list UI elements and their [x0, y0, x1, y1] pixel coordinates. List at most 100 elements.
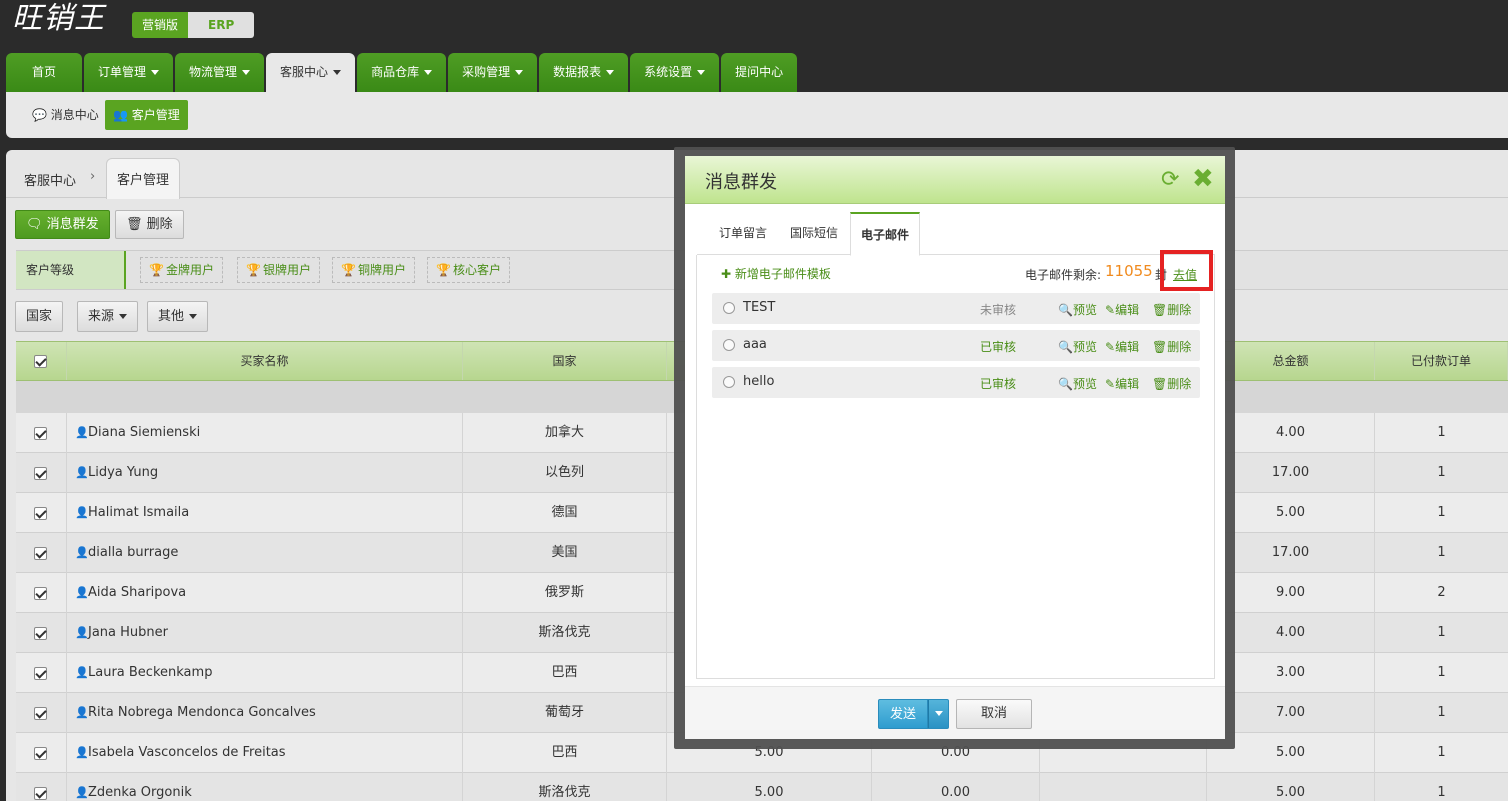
- tab-intl-sms[interactable]: 国际短信: [780, 212, 848, 255]
- nav-tab-home[interactable]: 首页: [6, 53, 83, 92]
- header-buyer-name[interactable]: 买家名称: [67, 342, 463, 380]
- row-checkbox[interactable]: [34, 667, 47, 680]
- version-toggle: 营销版 ERP: [132, 12, 255, 38]
- buyer-name-cell[interactable]: 👤Rita Nobrega Mendonca Goncalves: [67, 693, 463, 733]
- row-checkbox[interactable]: [34, 747, 47, 760]
- template-radio[interactable]: [723, 376, 735, 388]
- subnav-customers[interactable]: 👥 客户管理: [105, 100, 188, 130]
- refresh-icon[interactable]: ⟳: [1161, 168, 1179, 192]
- preview-label: 预览: [1072, 377, 1097, 391]
- send-dropdown-toggle[interactable]: [928, 699, 949, 729]
- header-country[interactable]: 国家: [463, 342, 667, 380]
- row-checkbox[interactable]: [34, 587, 47, 600]
- version-marketing-button[interactable]: 营销版: [132, 12, 189, 38]
- buyer-name-cell[interactable]: 👤Laura Beckenkamp: [67, 653, 463, 693]
- filter-label: 其他: [158, 309, 185, 324]
- edit-link[interactable]: ✎编辑: [1105, 338, 1139, 355]
- email-template-row[interactable]: aaa 已审核 🔍预览 ✎编辑 🗑删除: [712, 330, 1200, 361]
- filter-other[interactable]: 其他: [147, 301, 209, 332]
- level-chip-silver[interactable]: 🏆 银牌用户: [237, 257, 320, 283]
- select-all-checkbox[interactable]: [34, 355, 47, 368]
- delete-label: 删除: [1167, 377, 1192, 391]
- level-chip-core[interactable]: 🏆 核心客户: [427, 257, 510, 283]
- row-checkbox[interactable]: [34, 787, 47, 800]
- broadcast-button[interactable]: 🗨 消息群发: [15, 210, 110, 239]
- nav-tab-questions[interactable]: 提问中心: [721, 53, 798, 92]
- row-checkbox[interactable]: [34, 627, 47, 640]
- paid-orders-cell: 1: [1437, 665, 1446, 680]
- caret-down-icon: [515, 70, 524, 75]
- breadcrumb-current-tab[interactable]: 客户管理: [106, 158, 180, 199]
- template-radio[interactable]: [723, 302, 735, 314]
- paid-orders-cell: 1: [1437, 625, 1446, 640]
- nav-tab-customer-service[interactable]: 客服中心: [266, 53, 356, 92]
- edit-link[interactable]: ✎编辑: [1105, 375, 1139, 392]
- person-icon: 👤: [75, 426, 89, 439]
- version-erp-button[interactable]: ERP: [188, 12, 255, 38]
- close-icon[interactable]: ✖: [1192, 166, 1214, 192]
- table-row[interactable]: 👤Zdenka Orgonik 斯洛伐克 5.00 0.00 5.00 1: [16, 773, 1508, 801]
- nav-tab-warehouse[interactable]: 商品仓库: [357, 53, 447, 92]
- delete-template-link[interactable]: 🗑删除: [1152, 375, 1191, 392]
- app-logo[interactable]: 旺销王: [12, 2, 105, 36]
- preview-link[interactable]: 🔍预览: [1058, 301, 1097, 318]
- breadcrumb-root[interactable]: 客服中心: [24, 170, 76, 189]
- filter-source[interactable]: 来源: [77, 301, 139, 332]
- template-name: TEST: [743, 300, 776, 315]
- email-template-row[interactable]: hello 已审核 🔍预览 ✎编辑 🗑删除: [712, 367, 1200, 398]
- subnav-messages[interactable]: 💬 消息中心: [24, 100, 107, 130]
- email-template-row[interactable]: TEST 未审核 🔍预览 ✎编辑 🗑删除: [712, 293, 1200, 324]
- tab-email[interactable]: 电子邮件: [850, 212, 921, 256]
- buyer-name-cell[interactable]: 👤Zdenka Orgonik: [67, 773, 463, 801]
- row-checkbox[interactable]: [34, 507, 47, 520]
- row-checkbox[interactable]: [34, 427, 47, 440]
- filter-label: 来源: [88, 309, 115, 324]
- cancel-button[interactable]: 取消: [956, 699, 1032, 729]
- nav-tab-label: 提问中心: [735, 65, 784, 79]
- row-select-cell: [16, 533, 67, 573]
- nav-tab-orders[interactable]: 订单管理: [84, 53, 174, 92]
- person-icon: 👤: [75, 706, 89, 719]
- person-icon: 👤: [75, 746, 89, 759]
- preview-link[interactable]: 🔍预览: [1058, 338, 1097, 355]
- buyer-name-cell[interactable]: 👤Jana Hubner: [67, 613, 463, 653]
- add-email-template-link[interactable]: ✚ 新增电子邮件模板: [721, 265, 831, 282]
- nav-tab-purchasing[interactable]: 采购管理: [448, 53, 538, 92]
- broadcast-label: 消息群发: [46, 217, 99, 232]
- delete-template-link[interactable]: 🗑删除: [1152, 301, 1191, 318]
- nav-tab-settings[interactable]: 系统设置: [630, 53, 720, 92]
- header-select-all[interactable]: [16, 342, 67, 380]
- paid-orders-cell: 1: [1437, 505, 1446, 520]
- delete-template-link[interactable]: 🗑删除: [1152, 338, 1191, 355]
- send-button[interactable]: 发送: [878, 699, 928, 729]
- buyer-name-cell[interactable]: 👤Lidya Yung: [67, 453, 463, 493]
- country-cell: 美国: [463, 533, 667, 573]
- row-checkbox[interactable]: [34, 707, 47, 720]
- filter-country[interactable]: 国家: [15, 301, 64, 332]
- buyer-name: Lidya Yung: [88, 465, 159, 480]
- row-checkbox[interactable]: [34, 547, 47, 560]
- buyer-name-cell[interactable]: 👤Diana Siemienski: [67, 413, 463, 453]
- nav-tab-label: 系统设置: [644, 65, 693, 79]
- header-paid-orders[interactable]: 已付款订单: [1375, 342, 1508, 380]
- delete-button[interactable]: 🗑 删除: [115, 210, 184, 239]
- template-name: aaa: [743, 337, 767, 352]
- preview-link[interactable]: 🔍预览: [1058, 375, 1097, 392]
- row-select-cell: [16, 493, 67, 533]
- tab-order-message[interactable]: 订单留言: [709, 212, 777, 255]
- row-checkbox[interactable]: [34, 467, 47, 480]
- buyer-name-cell[interactable]: 👤Aida Sharipova: [67, 573, 463, 613]
- buyer-name-cell[interactable]: 👤dialla burrage: [67, 533, 463, 573]
- edit-link[interactable]: ✎编辑: [1105, 301, 1139, 318]
- edit-icon: ✎: [1105, 303, 1116, 317]
- level-chip-bronze[interactable]: 🏆 铜牌用户: [332, 257, 415, 283]
- level-chip-gold[interactable]: 🏆 金牌用户: [140, 257, 223, 283]
- template-radio[interactable]: [723, 339, 735, 351]
- buyer-name-cell[interactable]: 👤Isabela Vasconcelos de Freitas: [67, 733, 463, 773]
- buyer-name-cell[interactable]: 👤Halimat Ismaila: [67, 493, 463, 533]
- nav-tab-logistics[interactable]: 物流管理: [175, 53, 265, 92]
- caret-down-icon: [151, 70, 160, 75]
- nav-tab-reports[interactable]: 数据报表: [539, 53, 629, 92]
- person-icon: 👤: [75, 786, 89, 799]
- level-chip-label: 铜牌用户: [357, 263, 406, 277]
